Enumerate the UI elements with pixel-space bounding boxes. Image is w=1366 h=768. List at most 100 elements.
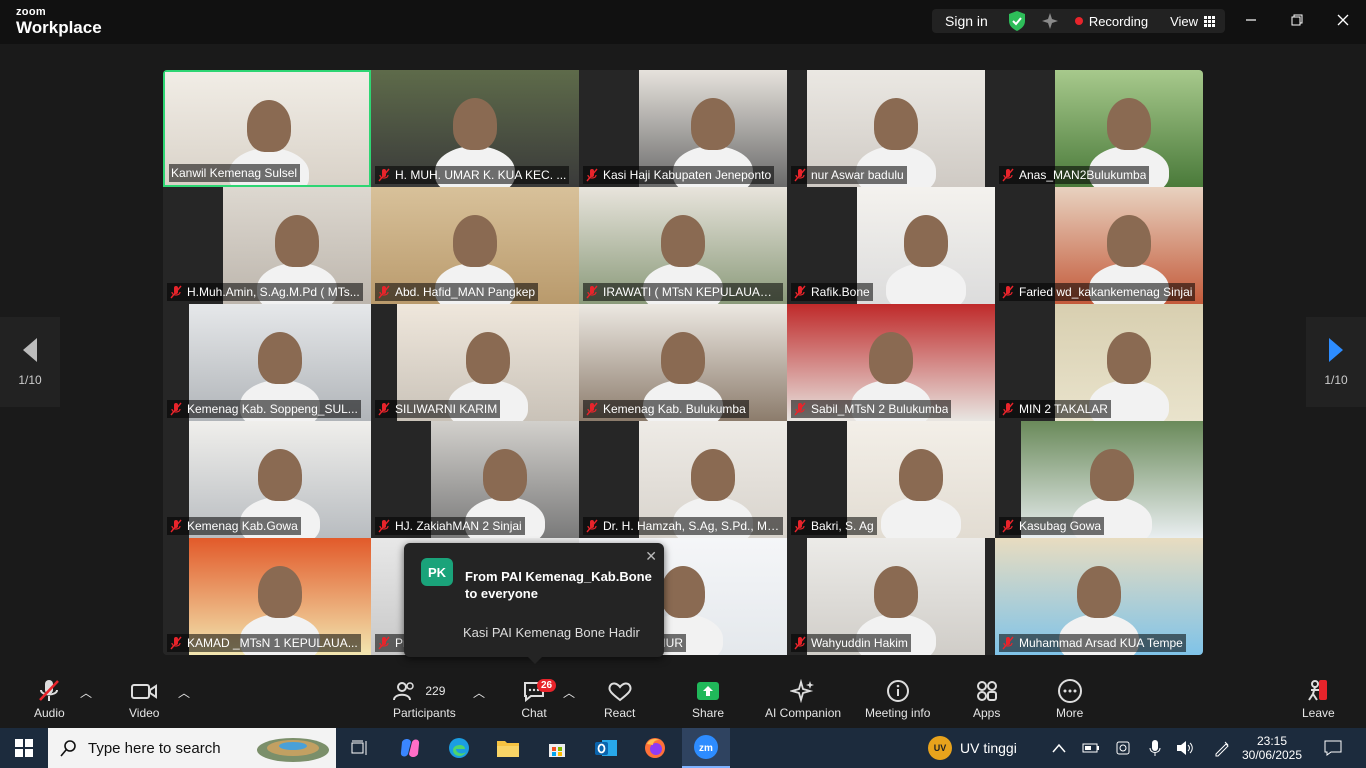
participant-name: H.Muh.Amin, S.Ag.M.Pd ( MTs... [187,285,360,299]
weather-widget[interactable]: UV UV tinggi [928,728,1028,768]
participant-silhouette [1077,566,1121,618]
chat-label: Chat [521,706,547,720]
video-tile[interactable]: Dr. H. Hamzah, S.Ag, S.Pd., M.... [579,421,787,538]
share-button[interactable]: Share [692,676,724,720]
microphone-tray[interactable] [1142,728,1168,768]
participant-name: Anas_MAN2Bulukumba [1019,168,1147,182]
participant-silhouette [869,332,913,384]
meeting-info-button[interactable]: Meeting info [865,676,930,720]
video-tile[interactable]: Faried wd_kakankemenag Sinjai [995,187,1203,304]
more-button[interactable]: More [1056,676,1083,720]
minimize-icon [1246,19,1256,21]
recording-indicator[interactable]: Recording [1067,14,1160,29]
video-tile[interactable]: Anas_MAN2Bulukumba [995,70,1203,187]
video-tile[interactable]: Muhammad Arsad KUA Tempe [995,538,1203,655]
outlook-app[interactable] [588,728,624,768]
popup-tail [527,656,543,664]
store-icon [549,744,565,757]
taskbar-search[interactable]: Type here to search [48,728,336,768]
ai-companion-button[interactable]: AI Companion [765,676,841,720]
task-view-icon [351,740,367,755]
muted-mic-icon [170,285,182,299]
start-button[interactable] [0,728,48,768]
video-tile[interactable]: Kemenag Kab.Gowa [163,421,371,538]
participant-silhouette [691,449,735,501]
video-tile[interactable]: IRAWATI ( MTsN KEPULAUAN ... [579,187,787,304]
muted-mic-icon [794,519,806,533]
apps-button[interactable]: Apps [973,676,1000,720]
audio-button[interactable]: Audio [34,676,65,720]
audio-options-caret[interactable]: ︿ [80,684,92,701]
video-tile[interactable]: H.Muh.Amin, S.Ag.M.Pd ( MTs... [163,187,371,304]
show-hidden-icons[interactable] [1046,728,1072,768]
participant-silhouette [691,98,735,150]
muted-mic-icon [586,519,598,533]
chat-notification[interactable]: PK From PAI Kemenag_Kab.Bone to everyone… [404,543,664,664]
participants-button[interactable]: 229 Participants [393,676,456,720]
video-button[interactable]: Video [129,676,159,720]
participant-silhouette [904,215,948,267]
participant-name-tag: IRAWATI ( MTsN KEPULAUAN ... [583,283,783,301]
video-tile[interactable]: H. MUH. UMAR K. KUA KEC. ... [371,70,579,187]
view-button[interactable]: View [1160,14,1225,29]
video-tile[interactable]: Abd. Hafid_MAN Pangkep [371,187,579,304]
camera-tray[interactable] [1110,728,1136,768]
video-tile[interactable]: Rafik.Bone [787,187,995,304]
video-tile[interactable]: Bakri, S. Ag [787,421,995,538]
leave-icon [1308,680,1328,701]
file-explorer-app[interactable] [490,728,526,768]
leave-button[interactable]: Leave [1302,676,1335,720]
participants-label: Participants [393,706,456,720]
participants-options-caret[interactable]: ︿ [473,684,485,701]
chat-button[interactable]: 26 Chat [521,676,557,720]
muted-mic-icon [794,168,806,182]
video-tile[interactable]: HJ. ZakiahMAN 2 Sinjai [371,421,579,538]
video-options-caret[interactable]: ︿ [178,684,190,701]
restore-button[interactable] [1274,0,1320,40]
video-tile[interactable]: nur Aswar badulu [787,70,995,187]
video-feed [857,187,995,304]
pen-tray[interactable] [1208,728,1236,768]
firefox-app[interactable] [637,728,673,768]
minimize-button[interactable] [1228,0,1274,40]
edge-app[interactable] [441,728,477,768]
store-app[interactable] [539,728,575,768]
battery-icon [1082,743,1099,753]
copilot-app[interactable] [392,728,428,768]
zoom-app[interactable]: zm [682,728,730,768]
participant-name: MIN 2 TAKALAR [1019,402,1108,416]
video-tile[interactable]: Kanwil Kemenag Sulsel [163,70,371,187]
shield-icon[interactable] [1007,10,1027,32]
muted-mic-icon [586,402,598,416]
participant-name-tag: Anas_MAN2Bulukumba [999,166,1150,184]
video-tile[interactable]: MIN 2 TAKALAR [995,304,1203,421]
close-window-button[interactable] [1320,0,1366,40]
close-notification-button[interactable]: ✕ [645,548,657,565]
notification-center[interactable] [1318,728,1348,768]
video-tile[interactable]: Kemenag Kab. Soppeng_SUL... [163,304,371,421]
video-tile[interactable]: Wahyuddin Hakim [787,538,995,655]
task-view-button[interactable] [342,728,378,768]
video-tile[interactable]: Kemenag Kab. Bulukumba [579,304,787,421]
participant-name: IRAWATI ( MTsN KEPULAUAN ... [603,285,780,299]
video-tile[interactable]: KAMAD _MTsN 1 KEPULAUA... [163,538,371,655]
participant-name: KAMAD _MTsN 1 KEPULAUA... [187,636,358,650]
prev-page-button[interactable]: 1/10 [0,317,60,407]
sender-avatar: PK [421,558,453,586]
sign-in-button[interactable]: Sign in [932,13,1001,29]
sparkle-icon[interactable] [1041,12,1059,30]
react-button[interactable]: React [604,676,635,720]
clock[interactable]: 23:15 30/06/2025 [1240,728,1304,768]
chat-options-caret[interactable]: ︿ [563,684,575,701]
record-dot-icon [1074,17,1083,25]
video-tile[interactable]: Kasi Haji Kabupaten Jeneponto [579,70,787,187]
video-tile[interactable]: Kasubag Gowa [995,421,1203,538]
view-label: View [1170,13,1199,29]
video-tile[interactable]: SILIWARNI KARIM [371,304,579,421]
next-page-button[interactable]: 1/10 [1306,317,1366,407]
video-tile[interactable]: Sabil_MTsN 2 Bulukumba [787,304,995,421]
volume-tray[interactable] [1172,728,1198,768]
battery-tray[interactable] [1078,728,1104,768]
speaker-icon [1177,741,1193,755]
recording-label: Recording [1088,13,1149,29]
